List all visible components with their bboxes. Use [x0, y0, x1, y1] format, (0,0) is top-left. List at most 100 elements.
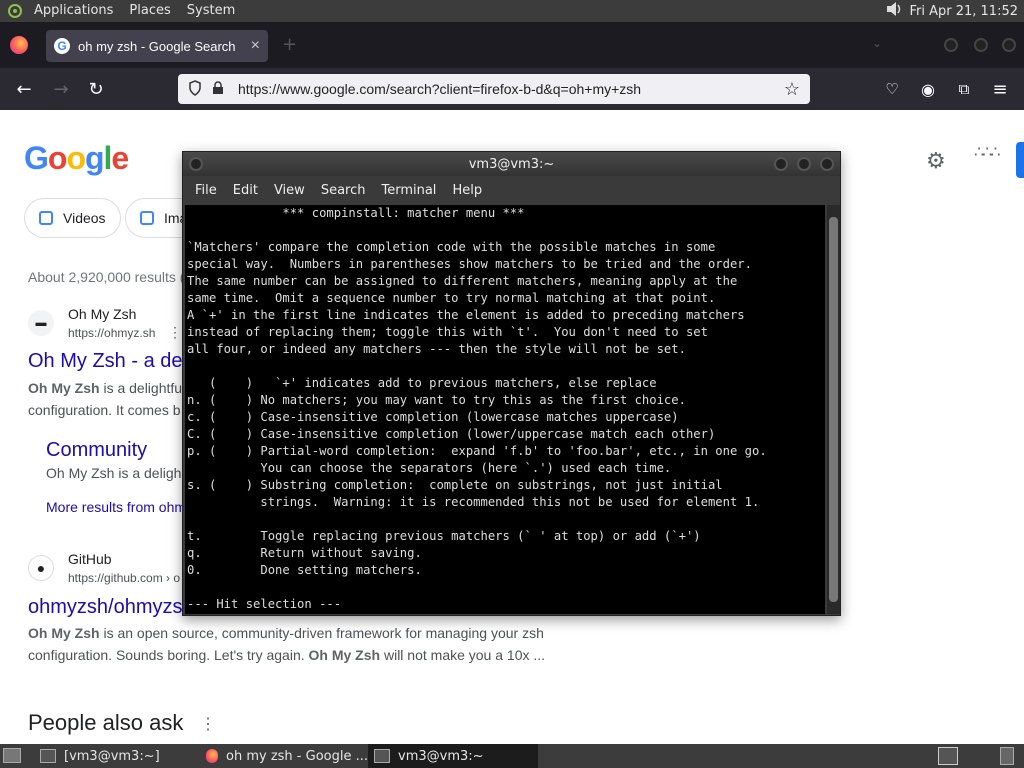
workspace-switcher[interactable] — [938, 747, 958, 765]
more-results-link[interactable]: More results from ohm — [46, 499, 186, 515]
menu-view[interactable]: View — [266, 183, 313, 198]
terminal-line: n. ( ) No matchers; you may want to try … — [187, 393, 686, 407]
terminal-menubar: File Edit View Search Terminal Help — [183, 176, 840, 204]
google-logo[interactable]: Google — [24, 140, 129, 177]
sublink-community[interactable]: Community — [46, 439, 147, 462]
terminal-line: same time. Omit a sequence number to try… — [187, 291, 716, 305]
terminal-window[interactable]: vm3@vm3:~ File Edit View Search Terminal… — [182, 151, 841, 616]
menu-help[interactable]: Help — [444, 183, 490, 198]
results-count: About 2,920,000 results ( — [28, 269, 185, 285]
terminal-line: `Matchers' compare the completion code w… — [187, 240, 716, 254]
terminal-line: p. ( ) Partial-word completion: expand '… — [187, 444, 767, 458]
close-tab-icon[interactable]: × — [251, 37, 260, 55]
terminal-line: You can choose the separators (here `.')… — [187, 461, 672, 475]
list-tabs-icon[interactable]: ⌄ — [872, 36, 882, 50]
lock-icon[interactable] — [212, 80, 224, 98]
maximize-window-icon[interactable] — [974, 38, 988, 52]
terminal-line: A `+' in the first line indicates the el… — [187, 308, 745, 322]
bookmark-star-icon[interactable]: ☆ — [784, 79, 800, 100]
url-bar[interactable]: https://www.google.com/search?client=fir… — [178, 74, 810, 104]
terminal-line: C. ( ) Case-insensitive completion (lowe… — [187, 427, 716, 441]
trash-icon[interactable] — [1000, 747, 1014, 765]
result-snippet-github: Oh My Zsh is an open source, community-d… — [28, 622, 544, 644]
github-favicon-icon: ● — [28, 555, 54, 581]
terminal-line: 0. Done setting matchers. — [187, 563, 422, 577]
hamburger-menu-icon[interactable]: ≡ — [987, 76, 1013, 102]
menu-search[interactable]: Search — [313, 183, 374, 198]
places-menu[interactable]: Places — [121, 0, 178, 22]
site-name: Oh My Zsh — [68, 306, 137, 322]
maximize-icon[interactable] — [797, 157, 811, 171]
site-url: https://github.com › o — [68, 571, 181, 585]
chip-videos-label: Videos — [63, 210, 106, 226]
window-menu-icon[interactable] — [189, 157, 203, 171]
terminal-icon — [374, 749, 390, 763]
sublink-snippet: Oh My Zsh is a deligh — [46, 465, 182, 481]
people-also-ask-options-icon[interactable]: ⋮ — [200, 714, 216, 734]
pocket-icon[interactable]: ♡ — [879, 76, 905, 102]
snippet-bold: Oh My Zsh — [308, 647, 381, 663]
task-firefox[interactable]: oh my zsh - Google ... — [200, 744, 368, 768]
terminal-scrollbar[interactable] — [827, 205, 840, 614]
result-title-ohmyzsh[interactable]: Oh My Zsh - a de — [28, 350, 183, 373]
task-terminal-minimized[interactable]: [vm3@vm3:~] — [34, 744, 204, 768]
terminal-line: s. ( ) Substring completion: complete on… — [187, 478, 723, 492]
terminal-icon — [40, 749, 56, 763]
terminal-line: special way. Numbers in parentheses show… — [187, 257, 752, 271]
terminal-line: *** compinstall: matcher menu *** — [187, 206, 525, 220]
settings-gear-icon[interactable]: ⚙ — [926, 148, 946, 174]
snippet-text: will not make you a 10x ... — [380, 647, 546, 663]
volume-icon[interactable] — [885, 1, 903, 21]
menu-file[interactable]: File — [187, 183, 225, 198]
system-menu[interactable]: System — [179, 0, 243, 22]
forward-icon[interactable]: → — [48, 76, 74, 102]
google-favicon-icon: G — [54, 38, 70, 54]
video-icon — [39, 211, 53, 225]
terminal-titlebar[interactable]: vm3@vm3:~ — [183, 152, 840, 176]
result-snippet-ohmyzsh: Oh My Zsh is a delightfu — [28, 377, 182, 399]
chip-videos[interactable]: Videos — [24, 198, 121, 238]
terminal-line: t. Toggle replacing previous matchers (`… — [187, 529, 701, 543]
task-terminal-active[interactable]: vm3@vm3:~ — [368, 744, 538, 768]
clock[interactable]: Fri Apr 21, 11:52 — [909, 4, 1018, 19]
new-tab-icon[interactable]: + — [282, 34, 297, 55]
snippet-bold: Oh My Zsh — [28, 380, 100, 396]
task-label: vm3@vm3:~ — [398, 748, 484, 764]
result-more-options-icon[interactable]: ⋮ — [168, 324, 182, 341]
close-icon[interactable] — [820, 157, 834, 171]
bottom-taskbar: [vm3@vm3:~] oh my zsh - Google ... vm3@v… — [0, 744, 1024, 768]
menu-edit[interactable]: Edit — [225, 183, 266, 198]
firefox-icon — [206, 749, 219, 763]
terminal-line: q. Return without saving. — [187, 546, 422, 560]
terminal-line: instead of replacing them; toggle this w… — [187, 325, 708, 339]
applications-menu[interactable]: Applications — [26, 0, 121, 22]
result-title-github[interactable]: ohmyzsh/ohmyzs — [28, 596, 183, 619]
account-icon[interactable]: ◉ — [915, 76, 941, 102]
firefox-icon[interactable] — [10, 36, 28, 54]
terminal-title: vm3@vm3:~ — [468, 156, 555, 172]
minimize-window-icon[interactable] — [944, 38, 958, 52]
snippet-text: is a delightfu — [99, 380, 183, 396]
sign-in-button[interactable] — [1016, 142, 1024, 178]
scrollbar-thumb[interactable] — [829, 217, 838, 602]
snippet-text: is an open source, community-driven fram… — [99, 625, 544, 641]
minimize-icon[interactable] — [774, 157, 788, 171]
terminal-output[interactable]: *** compinstall: matcher menu *** `Match… — [185, 205, 825, 614]
back-icon[interactable]: ← — [11, 76, 37, 102]
close-window-icon[interactable] — [1002, 38, 1016, 52]
result-snippet-github-line2: configuration. Sounds boring. Let's try … — [28, 644, 545, 666]
show-desktop-icon[interactable] — [3, 748, 21, 763]
url-text[interactable]: https://www.google.com/search?client=fir… — [238, 81, 784, 97]
tracking-protection-icon[interactable] — [188, 79, 202, 99]
menu-terminal[interactable]: Terminal — [373, 183, 444, 198]
apps-grid-icon[interactable]: ∴∴∴ — [974, 145, 1001, 161]
task-label: [vm3@vm3:~] — [64, 748, 160, 764]
distro-logo-icon[interactable] — [6, 2, 26, 20]
tab-google-search[interactable]: G oh my zsh - Google Search × — [46, 30, 268, 62]
extensions-icon[interactable]: ⧉ — [951, 76, 977, 102]
terminal-line: c. ( ) Case-insensitive completion (lowe… — [187, 410, 679, 424]
reload-icon[interactable]: ↻ — [83, 76, 109, 102]
